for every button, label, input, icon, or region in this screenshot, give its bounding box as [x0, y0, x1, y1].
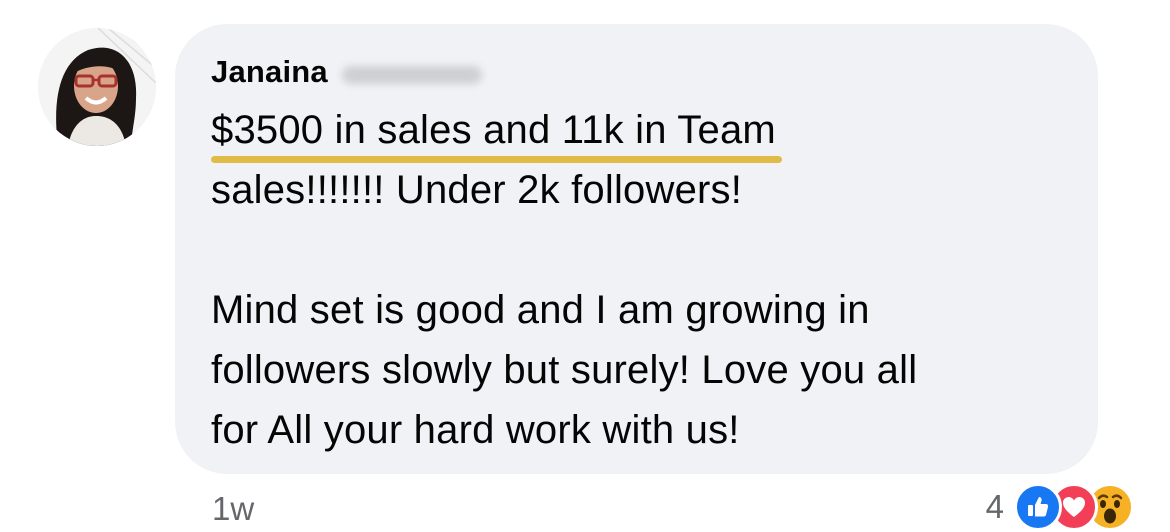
avatar[interactable] — [38, 28, 156, 146]
comment-line: Mind set is good and I am growing in — [211, 288, 870, 332]
highlight-underline — [211, 156, 782, 163]
reactions-summary[interactable]: 4 — [986, 481, 1134, 532]
comment-body: $3500 in sales and 11k in Team sales!!!!… — [211, 100, 1081, 460]
like-icon — [1014, 483, 1062, 531]
author-name[interactable]: Janaina — [211, 54, 328, 90]
comment-line: sales!!!!!!! Under 2k followers! — [211, 168, 743, 212]
comment-header: Janaina — [211, 52, 482, 92]
reaction-count: 4 — [985, 488, 1004, 525]
comment-line: $3500 in sales and 11k in Team — [211, 100, 1081, 163]
comment-line: for All your hard work with us! — [211, 408, 740, 452]
comment-line: followers slowly but surely! Love you al… — [211, 348, 918, 392]
comment-timestamp[interactable]: 1w — [212, 490, 254, 528]
avatar-image — [38, 28, 156, 146]
author-surname-redacted — [341, 66, 482, 84]
highlighted-text: $3500 in sales and 11k in Team — [211, 100, 782, 163]
